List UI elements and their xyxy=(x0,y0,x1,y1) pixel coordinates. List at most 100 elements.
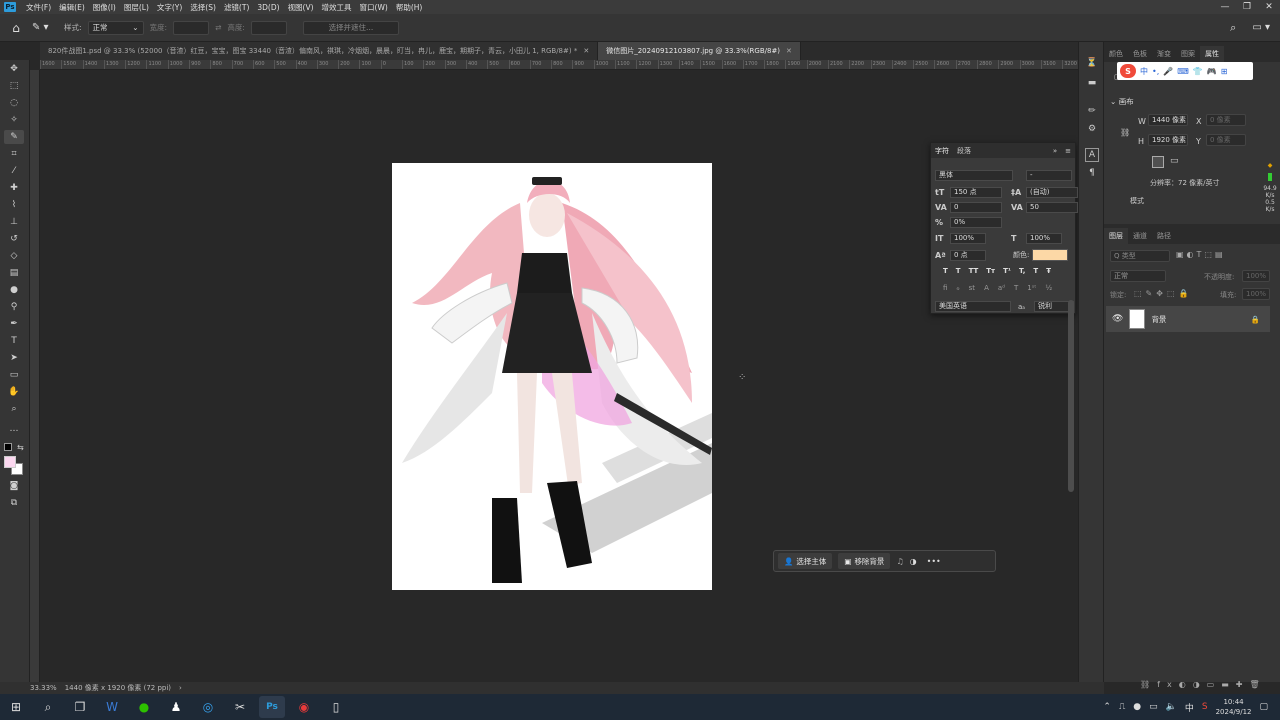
history-brush-icon[interactable]: ↺ xyxy=(4,232,24,246)
menu-image[interactable]: 图像(I) xyxy=(89,2,120,13)
history-icon[interactable]: ⏳ xyxy=(1085,56,1099,70)
menu-type[interactable]: 文字(Y) xyxy=(153,2,186,13)
fractions-button[interactable]: ½ xyxy=(1045,284,1052,292)
usb-icon[interactable]: ⎍ xyxy=(1119,702,1125,712)
workspace-icon[interactable]: ▭ ▾ xyxy=(1252,22,1270,33)
restore-button[interactable]: ❐ xyxy=(1236,2,1258,12)
tsume-input[interactable]: 0% xyxy=(950,217,1002,228)
skin-icon[interactable]: 👕 xyxy=(1193,67,1203,76)
pen-tool-icon[interactable]: ✒ xyxy=(4,317,24,331)
minimize-button[interactable]: — xyxy=(1214,2,1236,12)
canvas-height-input[interactable]: 1920 像素 xyxy=(1148,134,1188,146)
dodge-tool-icon[interactable]: ⚲ xyxy=(4,300,24,314)
canvas-section-header[interactable]: ⌄ 画布 xyxy=(1110,96,1134,107)
canvas-y-input[interactable]: 0 像素 xyxy=(1206,134,1246,146)
screen-mode-icon[interactable]: ⧉ xyxy=(4,496,24,510)
foreground-color-swatch[interactable] xyxy=(4,456,16,468)
all-caps-button[interactable]: TT xyxy=(969,267,979,275)
swap-icon[interactable]: ⇄ xyxy=(215,23,221,32)
sogou-ime-toolbar[interactable]: S 中 •, 🎤 ⌨ 👕 🎮 ⊞ xyxy=(1117,62,1253,80)
baseline-shift-input[interactable]: 0 点 xyxy=(950,249,986,261)
select-subject-button[interactable]: 👤 选择主体 xyxy=(778,553,833,569)
blur-tool-icon[interactable]: ● xyxy=(4,283,24,297)
sogou-tray-icon[interactable]: S xyxy=(1202,702,1208,712)
lock-icons[interactable]: ⬚✎✥⬚🔒 xyxy=(1134,289,1192,298)
tab-color[interactable]: 颜色 xyxy=(1104,46,1128,62)
task-view-icon[interactable]: ❐ xyxy=(67,696,93,718)
zoom-level[interactable]: 33.33% xyxy=(30,684,57,692)
style-select[interactable]: 正常 ⌄ xyxy=(87,20,144,35)
canvas-x-input[interactable]: 0 像素 xyxy=(1206,114,1246,126)
path-selection-icon[interactable]: ➤ xyxy=(4,351,24,365)
tab-swatches[interactable]: 色板 xyxy=(1128,46,1152,62)
menu-select[interactable]: 选择(S) xyxy=(186,2,220,13)
more-tools-icon[interactable]: … xyxy=(4,422,24,436)
ime-punctuation[interactable]: •, xyxy=(1152,67,1159,76)
tab-character[interactable]: 字符 xyxy=(935,146,949,156)
ligatures-button[interactable]: fi xyxy=(943,284,947,292)
strikethrough-button[interactable]: Ŧ xyxy=(1046,267,1051,275)
panel-menu-icon[interactable]: ≡ xyxy=(1065,147,1071,155)
layer-bottom-actions[interactable]: ⛓fx◐◑▭▬✚🗑 xyxy=(1140,680,1280,692)
healing-brush-icon[interactable]: ✚ xyxy=(4,181,24,195)
font-size-input[interactable]: 150 点 xyxy=(950,187,1002,198)
zoom-tool-icon[interactable]: ⌕ xyxy=(4,402,24,416)
swash-button[interactable]: A xyxy=(984,284,989,292)
underline-button[interactable]: T xyxy=(1033,267,1038,275)
link-icon[interactable]: ⛓ xyxy=(1120,128,1130,137)
opacity-input[interactable]: 100% xyxy=(1242,270,1270,282)
discretionary-ligatures-button[interactable]: st xyxy=(969,284,975,292)
more-options-icon[interactable]: ••• xyxy=(927,557,941,566)
layer-filter-icons[interactable]: ▣◐T⬚▤ xyxy=(1176,250,1226,259)
language-select[interactable]: 美国英语 xyxy=(935,301,1011,312)
remove-background-button[interactable]: ▣ 移除背景 xyxy=(838,553,891,569)
windows-start-icon[interactable]: ⊞ xyxy=(3,696,29,718)
layer-name[interactable]: 背景 xyxy=(1151,314,1166,325)
layer-row-background[interactable]: 👁 背景 🔒 xyxy=(1106,306,1270,332)
menu-view[interactable]: 视图(V) xyxy=(284,2,318,13)
keyboard-icon[interactable]: ⌨ xyxy=(1177,67,1189,76)
wechat-tray-icon[interactable]: ● xyxy=(1133,702,1141,712)
eyedropper-icon[interactable]: ⁄ xyxy=(4,164,24,178)
horizontal-scale-input[interactable]: 100% xyxy=(1026,233,1062,244)
photoshop-taskbar-icon[interactable]: Ps xyxy=(259,696,285,718)
tab-properties[interactable]: 属性 xyxy=(1200,46,1224,62)
paragraph-icon[interactable]: ¶ xyxy=(1085,166,1099,180)
bell-icon[interactable]: ♫ xyxy=(896,557,903,566)
landscape-orientation-icon[interactable]: ▭ xyxy=(1170,156,1182,168)
font-style-select[interactable]: - xyxy=(1026,170,1072,181)
blend-mode-select[interactable]: 正常 xyxy=(1110,270,1166,282)
subscript-button[interactable]: T, xyxy=(1019,267,1025,275)
collapse-icon[interactable]: » xyxy=(1053,147,1057,155)
qq-icon[interactable]: ♟ xyxy=(163,696,189,718)
microphone-icon[interactable]: 🎤 xyxy=(1163,67,1173,76)
tracking-input[interactable]: 50 xyxy=(1026,202,1078,213)
ordinals-button[interactable]: 1ˢᵗ xyxy=(1027,284,1036,292)
swap-colors-icon[interactable]: ⇆ xyxy=(17,443,24,452)
eraser-icon[interactable]: ◇ xyxy=(4,249,24,263)
tab-channels[interactable]: 通道 xyxy=(1128,228,1152,244)
close-icon[interactable]: ✕ xyxy=(786,47,792,55)
superscript-button[interactable]: T¹ xyxy=(1003,267,1011,275)
close-button[interactable]: ✕ xyxy=(1258,2,1280,12)
type-tool-icon[interactable]: T xyxy=(4,334,24,348)
text-color-swatch[interactable] xyxy=(1032,249,1069,261)
browser-icon[interactable]: ◎ xyxy=(195,696,221,718)
hand-tool-icon[interactable]: ✋ xyxy=(4,385,24,399)
eye-icon[interactable]: 👁 xyxy=(1112,314,1123,324)
font-family-select[interactable]: 黑体 xyxy=(935,170,1013,181)
menu-window[interactable]: 窗口(W) xyxy=(356,2,392,13)
tab-gradients[interactable]: 渐变 xyxy=(1152,46,1176,62)
gradient-tool-icon[interactable]: ▤ xyxy=(4,266,24,280)
adjustments-icon[interactable]: ⚙ xyxy=(1085,122,1099,136)
menu-plugins[interactable]: 增效工具 xyxy=(318,2,356,13)
leading-input[interactable]: (自动) xyxy=(1026,187,1078,198)
stylistic-alt-button[interactable]: aᵈ xyxy=(998,284,1005,292)
lasso-tool-icon[interactable]: ◌ xyxy=(4,96,24,110)
tab-layers[interactable]: 图层 xyxy=(1104,228,1128,244)
ime-chinese-mode[interactable]: 中 xyxy=(1140,66,1148,77)
tab-paths[interactable]: 路径 xyxy=(1152,228,1176,244)
menu-edit[interactable]: 编辑(E) xyxy=(55,2,89,13)
tab-patterns[interactable]: 图案 xyxy=(1176,46,1200,62)
document-image[interactable] xyxy=(392,163,712,590)
